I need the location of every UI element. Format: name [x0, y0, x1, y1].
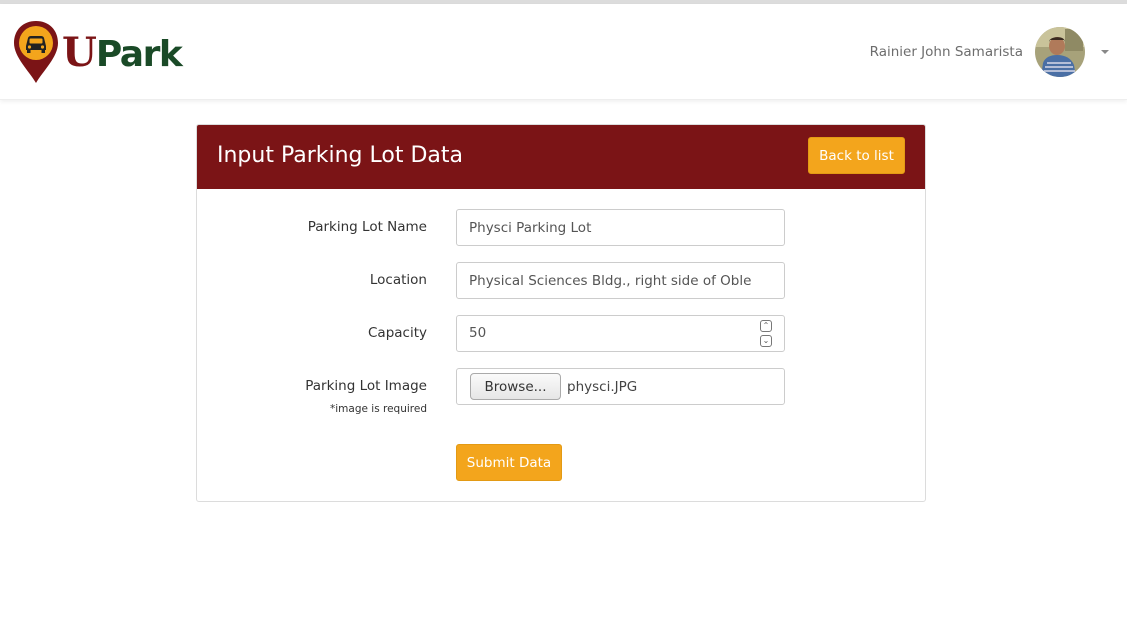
- card-header: Input Parking Lot Data Back to list: [197, 125, 925, 189]
- logo-park: Park: [95, 34, 183, 75]
- form-row-capacity: Capacity 50 ⌃ ⌄: [197, 315, 925, 352]
- parking-lot-image-label: Parking Lot Image: [305, 378, 427, 394]
- avatar[interactable]: [1035, 27, 1085, 77]
- back-to-list-button[interactable]: Back to list: [808, 137, 905, 174]
- capacity-label: Capacity: [368, 325, 427, 341]
- parking-lot-name-label: Parking Lot Name: [307, 219, 427, 235]
- location-input[interactable]: [456, 262, 785, 299]
- image-file-input[interactable]: Browse... physci.JPG: [456, 368, 785, 405]
- caret-down-icon[interactable]: [1101, 50, 1109, 54]
- location-label: Location: [369, 272, 427, 288]
- navbar: UPark Rainier John Samarista: [0, 4, 1127, 100]
- capacity-stepper[interactable]: 50 ⌃ ⌄: [456, 315, 785, 352]
- browse-button[interactable]: Browse...: [470, 373, 561, 400]
- car-location-pin-icon: [14, 21, 58, 83]
- capacity-value: 50: [469, 325, 487, 341]
- logo-u: U: [62, 29, 97, 76]
- logo-wordmark: UPark: [62, 33, 183, 75]
- user-name: Rainier John Samarista: [869, 44, 1023, 60]
- chevron-up-icon[interactable]: ⌃: [760, 320, 772, 332]
- image-required-note: *image is required: [329, 403, 427, 415]
- parking-lot-name-input[interactable]: [456, 209, 785, 246]
- form-row-location: Location: [197, 262, 925, 299]
- capacity-spinner: ⌃ ⌄: [760, 320, 772, 347]
- chevron-down-icon[interactable]: ⌄: [760, 335, 772, 347]
- submit-data-button[interactable]: Submit Data: [456, 444, 562, 481]
- upark-logo[interactable]: UPark: [12, 19, 187, 85]
- form-row-image: Parking Lot Image *image is required Bro…: [197, 368, 925, 428]
- page-title: Input Parking Lot Data: [217, 143, 463, 168]
- user-menu[interactable]: Rainier John Samarista: [870, 27, 1109, 77]
- selected-file-name: physci.JPG: [567, 378, 638, 395]
- form-row-name: Parking Lot Name: [197, 209, 925, 246]
- parking-lot-form-card: Input Parking Lot Data Back to list Park…: [196, 124, 926, 502]
